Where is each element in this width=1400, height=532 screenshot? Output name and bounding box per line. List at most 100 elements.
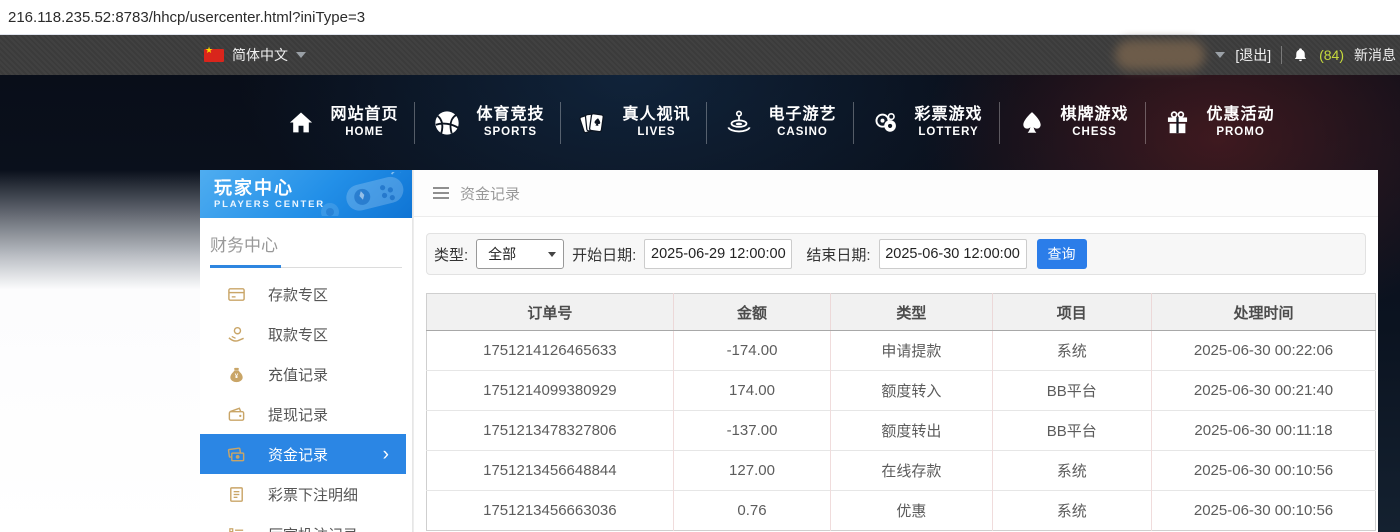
- lottery-balls-icon: [870, 107, 902, 139]
- page: 216.118.235.52:8783/hhcp/usercenter.html…: [0, 0, 1400, 532]
- svg-text:¥: ¥: [235, 373, 239, 380]
- nav-item-sports[interactable]: 体育竞技 SPORTS: [415, 105, 560, 139]
- sidebar-item-label: 厅室投注记录: [268, 524, 358, 532]
- menu-icon[interactable]: [433, 187, 449, 199]
- start-date-label: 开始日期:: [572, 246, 637, 264]
- funds-record-icon: [227, 445, 246, 464]
- lottery-detail-icon: [227, 485, 246, 504]
- col-header-amount: 金额: [672, 293, 831, 331]
- spade-icon: [1016, 107, 1048, 139]
- type-label: 类型:: [434, 246, 469, 264]
- sidebar: 玩家中心 PLAYERS CENTER 财务中心 存款专区 取款专区 ¥ 充值记…: [200, 170, 413, 532]
- cell-order-id: 1751213456663036: [426, 490, 674, 531]
- sidebar-item-label: 提现记录: [268, 406, 329, 424]
- roulette-icon: [723, 107, 755, 139]
- cell-time: 2025-06-30 00:10:56: [1151, 450, 1376, 491]
- nav-subtitle: CASINO: [777, 126, 828, 139]
- nav-title: 棋牌游戏: [1060, 106, 1129, 124]
- sidebar-item-recharge-record[interactable]: ¥ 充值记录: [200, 354, 412, 394]
- cell-amount: 174.00: [672, 370, 831, 411]
- language-label: 简体中文: [232, 47, 288, 63]
- nav-item-chess[interactable]: 棋牌游戏 CHESS: [1000, 105, 1145, 139]
- start-date-input[interactable]: [644, 239, 793, 269]
- table-row: 1751213456648844 127.00 在线存款 系统 2025-06-…: [426, 450, 1376, 491]
- url-text: 216.118.235.52:8783/hhcp/usercenter.html…: [8, 8, 366, 26]
- sidebar-item-withdraw[interactable]: 取款专区: [200, 314, 412, 354]
- nav-title: 真人视讯: [622, 106, 691, 124]
- cell-amount: -137.00: [672, 410, 831, 451]
- cell-amount: 127.00: [672, 450, 831, 491]
- sidebar-item-label: 彩票下注明细: [268, 486, 359, 504]
- cell-time: 2025-06-30 00:11:18: [1151, 410, 1376, 451]
- table-row: 1751214126465633 -174.00 申请提款 系统 2025-06…: [426, 330, 1376, 371]
- sidebar-item-cashout-record[interactable]: 提现记录: [200, 394, 412, 434]
- sidebar-item-room-bet-record[interactable]: 厅室投注记录: [200, 514, 412, 532]
- cell-type: 额度转出: [830, 410, 993, 451]
- nav-title: 彩票游戏: [914, 106, 983, 124]
- chevron-down-icon[interactable]: [1215, 52, 1226, 58]
- chevron-down-icon: [548, 251, 557, 257]
- col-header-type: 类型: [830, 293, 993, 331]
- nav-subtitle: LIVES: [637, 126, 676, 139]
- recharge-record-icon: ¥: [227, 365, 246, 384]
- cell-type: 优惠: [830, 490, 993, 531]
- filter-bar: 类型: 全部 开始日期: 结束日期: 查询: [426, 233, 1366, 275]
- message-count: (84): [1319, 47, 1344, 63]
- home-icon: [285, 107, 317, 139]
- logout-button[interactable]: [退出]: [1235, 45, 1271, 65]
- sidebar-item-label: 取款专区: [268, 326, 329, 344]
- user-avatar-blurred[interactable]: [1115, 40, 1206, 70]
- nav-title: 电子游艺: [768, 106, 837, 124]
- sidebar-item-label: 存款专区: [268, 286, 329, 304]
- nav-item-casino[interactable]: 电子游艺 CASINO: [707, 105, 852, 139]
- chevron-down-icon: [296, 52, 306, 58]
- nav-item-lottery[interactable]: 彩票游戏 LOTTERY: [854, 105, 999, 139]
- cell-type: 在线存款: [830, 450, 993, 491]
- gamepad-icon: [318, 170, 410, 218]
- sidebar-header: 玩家中心 PLAYERS CENTER: [200, 170, 412, 218]
- search-button[interactable]: 查询: [1036, 239, 1087, 269]
- utility-bar: ★ 简体中文 [退出] (84) 新消息: [0, 35, 1400, 75]
- type-select[interactable]: 全部: [476, 239, 565, 269]
- cell-project: BB平台: [991, 370, 1152, 411]
- nav-item-promo[interactable]: 优惠活动 PROMO: [1146, 105, 1291, 139]
- cell-order-id: 1751214099380929: [426, 370, 674, 411]
- nav-subtitle: SPORTS: [483, 126, 538, 139]
- china-flag-icon: ★: [204, 45, 224, 62]
- sidebar-item-lottery-bet-detail[interactable]: 彩票下注明细: [200, 474, 412, 514]
- cell-time: 2025-06-30 00:22:06: [1151, 330, 1376, 371]
- chevron-right-icon: ›: [382, 443, 389, 465]
- cell-amount: 0.76: [672, 490, 831, 531]
- nav-subtitle: LOTTERY: [918, 126, 979, 139]
- language-selector[interactable]: ★ 简体中文: [204, 35, 306, 75]
- col-header-order-id: 订单号: [426, 293, 674, 331]
- browser-address-bar[interactable]: 216.118.235.52:8783/hhcp/usercenter.html…: [0, 0, 1400, 35]
- nav-item-home[interactable]: 网站首页 HOME: [269, 105, 414, 139]
- nav-subtitle: HOME: [345, 126, 384, 139]
- user-group: [退出] (84) 新消息: [1115, 35, 1396, 75]
- sidebar-item-deposit[interactable]: 存款专区: [200, 274, 412, 314]
- cashout-record-icon: [227, 405, 246, 424]
- cell-order-id: 1751213456648844: [426, 450, 674, 491]
- nav-title: 优惠活动: [1206, 106, 1275, 124]
- cell-amount: -174.00: [672, 330, 831, 371]
- sidebar-item-funds-record[interactable]: 资金记录 ›: [200, 434, 406, 474]
- table-row: 1751213456663036 0.76 优惠 系统 2025-06-30 0…: [426, 490, 1376, 531]
- end-date-input[interactable]: [878, 239, 1027, 269]
- bell-icon[interactable]: [1292, 46, 1309, 65]
- nav-title: 网站首页: [330, 106, 399, 124]
- col-header-project: 项目: [991, 293, 1152, 331]
- cell-type: 申请提款: [830, 330, 993, 371]
- nav-item-lives[interactable]: 真人视讯 LIVES: [561, 105, 706, 139]
- nav-subtitle: CHESS: [1072, 126, 1117, 139]
- new-messages-link[interactable]: 新消息: [1354, 45, 1396, 65]
- type-select-value: 全部: [488, 246, 517, 262]
- basketball-icon: [431, 107, 463, 139]
- table-header-row: 订单号 金额 类型 项目 处理时间: [426, 293, 1376, 331]
- page-title: 资金记录: [460, 185, 521, 203]
- section-underline: [210, 265, 402, 268]
- cell-project: 系统: [991, 450, 1152, 491]
- sidebar-section-label: 财务中心: [210, 236, 278, 255]
- main-nav: 网站首页 HOME 体育竞技 SPORTS 真人视讯 LIVES 电子游艺 CA…: [0, 75, 1400, 170]
- cell-order-id: 1751214126465633: [426, 330, 674, 371]
